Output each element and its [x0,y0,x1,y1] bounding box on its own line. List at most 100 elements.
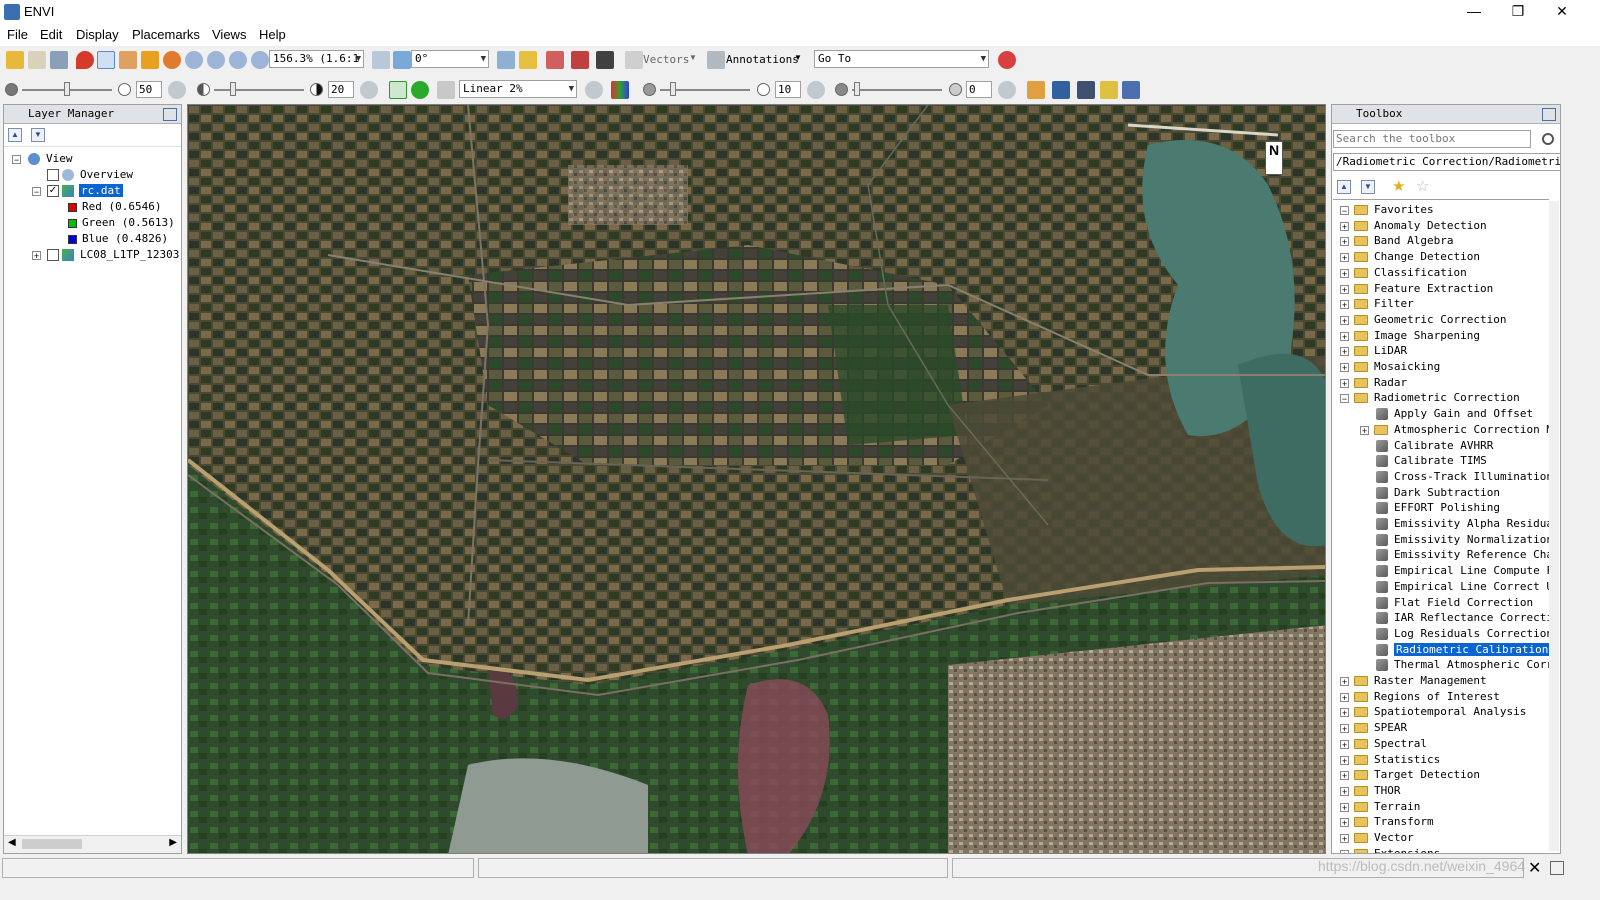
rotate-up-icon[interactable] [393,51,411,69]
expand-icon[interactable]: + [1340,786,1349,796]
expand-icon[interactable]: + [1340,771,1349,781]
toolbox-tool[interactable]: Calibrate AVHRR [1332,438,1550,454]
rotation-combo[interactable]: 0° ▼ [411,50,489,68]
expand-all-icon[interactable]: ▼ [31,128,45,142]
toolbox-folder[interactable]: + Geometric Correction [1332,312,1550,328]
menu-file[interactable]: File [7,27,28,42]
annotations-menu[interactable]: Annotations [726,53,799,66]
sharpen-slider-handle[interactable] [670,82,676,96]
process-manager-icon[interactable] [1550,861,1564,875]
expand-icon[interactable]: + [1340,849,1349,853]
expand-icon[interactable]: + [1340,378,1349,388]
toolbox-tool[interactable]: Log Residuals Correction [1332,626,1553,642]
band-green[interactable]: Green (0.5613) [4,215,179,231]
toolbox-folder[interactable]: + Extensions [1332,846,1550,853]
expand-icon[interactable]: + [1340,315,1349,325]
zoom-full-icon[interactable] [251,51,269,69]
toolbox-tool[interactable]: Emissivity Normalization [1332,532,1553,548]
toolbox-folder[interactable]: + Anomaly Detection [1332,218,1550,234]
reset-brightness-icon[interactable] [168,81,186,99]
expand-icon[interactable]: + [1340,739,1349,749]
toolbox-folder[interactable]: + Image Sharpening [1332,328,1550,344]
toolbox-folder[interactable]: + Target Detection [1332,767,1550,783]
contrast-slider-handle[interactable] [230,82,236,96]
tree-item-lc08[interactable]: + LC08_L1TP_123039_ [4,247,179,263]
expand-icon[interactable]: + [1340,237,1349,247]
expand-icon[interactable]: + [1340,692,1349,702]
toolbox-tool[interactable]: Emissivity Reference Channel [1332,547,1560,563]
toolbox-tool[interactable]: Flat Field Correction [1332,595,1550,611]
toolbox-folder[interactable]: + Atmospheric Correction Module [1332,422,1560,438]
stretch-view-icon[interactable] [389,81,407,99]
toolbox-vertical-scrollbar[interactable] [1549,201,1559,851]
view-flicker-icon[interactable] [1077,81,1095,99]
expand-icon[interactable]: + [1340,221,1349,231]
panel-pin-icon[interactable] [1542,108,1556,121]
vectors-icon[interactable] [625,51,643,69]
stretch-full-icon[interactable] [411,81,429,99]
open-file-icon[interactable] [6,51,24,69]
menu-edit[interactable]: Edit [40,27,62,42]
menu-placemarks[interactable]: Placemarks [132,27,200,42]
zoom-combo[interactable]: 156.3% (1.6:1 ▼ [269,50,364,68]
view-blend-icon[interactable] [1052,81,1070,99]
reset-sharpen-icon[interactable] [807,81,825,99]
expand-icon[interactable]: + [1340,363,1349,373]
collapse-icon[interactable]: − [12,155,21,165]
panel-pin-icon[interactable] [163,108,177,121]
reset-stretch-icon[interactable] [585,81,603,99]
collapse-all-icon[interactable]: ▲ [8,128,22,142]
line-profile-icon[interactable] [1027,81,1045,99]
toolbox-folder[interactable]: + Band Algebra [1332,233,1550,249]
toolbox-folder[interactable]: − Favorites [1332,202,1550,218]
portal-icon[interactable] [519,51,537,69]
toolbox-folder[interactable]: + SPEAR [1332,720,1550,736]
toolbox-tool[interactable]: Empirical Line Correct Using [1332,579,1560,595]
toolbox-folder[interactable]: + Spectral [1332,736,1550,752]
goto-combo[interactable]: Go To ▼ [814,50,989,68]
annotations-icon[interactable] [707,51,725,69]
menu-display[interactable]: Display [76,27,119,42]
add-favorite-icon[interactable]: ★ [1392,177,1405,195]
rc-dat-checkbox[interactable]: ✓ [47,185,59,197]
cursor-value-icon[interactable] [596,51,614,69]
expand-icon[interactable]: + [32,251,41,261]
expand-all-icon[interactable]: ▼ [1361,180,1375,194]
band-blue[interactable]: Blue (0.4826) [4,231,179,247]
rotate-icon[interactable] [163,51,181,69]
expand-icon[interactable]: + [1340,834,1349,844]
expand-icon[interactable]: + [1340,802,1349,812]
toolbox-tool[interactable]: IAR Reflectance Correction [1332,610,1560,626]
goto-action-icon[interactable] [998,51,1016,69]
toolbox-tool[interactable]: Emissivity Alpha Residuals [1332,516,1560,532]
remove-favorite-icon[interactable]: ☆ [1416,177,1429,195]
maximize-button[interactable]: ❐ [1496,0,1540,24]
refresh-icon[interactable] [1542,133,1554,145]
toolbox-tool[interactable]: Cross-Track Illumination Correction [1332,469,1560,485]
stretch-data-icon[interactable] [437,81,455,99]
collapse-all-icon[interactable]: ▲ [1337,180,1351,194]
toolbox-folder[interactable]: + Terrain [1332,799,1550,815]
collapse-icon[interactable]: − [1340,394,1349,404]
toolbox-tool[interactable]: Dark Subtraction [1332,485,1550,501]
toolbox-tool[interactable]: EFFORT Polishing [1332,500,1550,516]
transparency-slider[interactable] [852,89,942,91]
band-red[interactable]: Red (0.6546) [4,199,179,215]
image-view[interactable]: N [187,104,1326,854]
toolbox-folder[interactable]: + Raster Management [1332,673,1550,689]
portal-view-icon[interactable] [1122,81,1140,99]
toolbox-folder[interactable]: − Radiometric Correction [1332,390,1550,406]
collapse-icon[interactable]: − [1340,206,1349,216]
scroll-right-icon[interactable]: ▶ [169,837,177,848]
toolbox-tool[interactable]: Radiometric Calibration [1332,642,1551,658]
zoom-in-icon[interactable] [207,51,225,69]
sharpen-value[interactable]: 10 [775,81,801,98]
chip-view-icon[interactable] [50,51,68,69]
toolbox-tool[interactable]: Apply Gain and Offset [1332,406,1550,422]
menu-views[interactable]: Views [212,27,246,42]
expand-icon[interactable]: + [1340,253,1349,263]
toolbox-folder[interactable]: + Filter [1332,296,1550,312]
toolbox-folder[interactable]: + LiDAR [1332,343,1550,359]
measure-icon[interactable] [546,51,564,69]
toolbox-folder[interactable]: + Regions of Interest [1332,689,1550,705]
